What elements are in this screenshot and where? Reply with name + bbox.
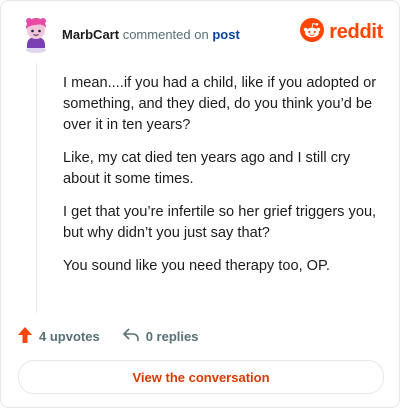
comment-header: MarbCart commented on post reddit — [21, 15, 383, 55]
comment-paragraph: I mean....if you had a child, like if yo… — [63, 75, 377, 133]
comment-paragraph: I get that you’re infertile so her grief… — [63, 204, 377, 241]
upvote-stat[interactable]: 4 upvotes — [17, 326, 100, 347]
upvote-count: 4 upvotes — [39, 328, 100, 344]
byline-action: commented on — [122, 27, 209, 42]
comment-body: I mean....if you had a child, like if yo… — [63, 73, 383, 289]
reply-count: 0 replies — [145, 328, 199, 344]
thread-line — [36, 63, 37, 313]
reply-stat[interactable]: 0 replies — [122, 327, 199, 346]
reply-arrow-icon — [122, 327, 140, 346]
upvote-arrow-icon — [17, 326, 33, 347]
reddit-logo[interactable]: reddit — [300, 17, 383, 47]
comment-stats: 4 upvotes 0 replies — [17, 326, 198, 346]
byline: MarbCart commented on post — [62, 27, 240, 43]
avatar[interactable] — [21, 15, 51, 53]
reddit-wordmark: reddit — [329, 20, 383, 43]
author-name[interactable]: MarbCart — [62, 27, 119, 42]
comment-paragraph: You sound like you need therapy too, OP. — [63, 258, 330, 274]
post-link[interactable]: post — [212, 27, 239, 42]
reddit-snoo-icon — [300, 17, 325, 47]
comment-card: MarbCart commented on post reddit I mean… — [0, 0, 400, 408]
comment-paragraph: Like, my cat died ten years ago and I st… — [63, 150, 351, 187]
view-conversation-button[interactable]: View the conversation — [18, 360, 384, 394]
